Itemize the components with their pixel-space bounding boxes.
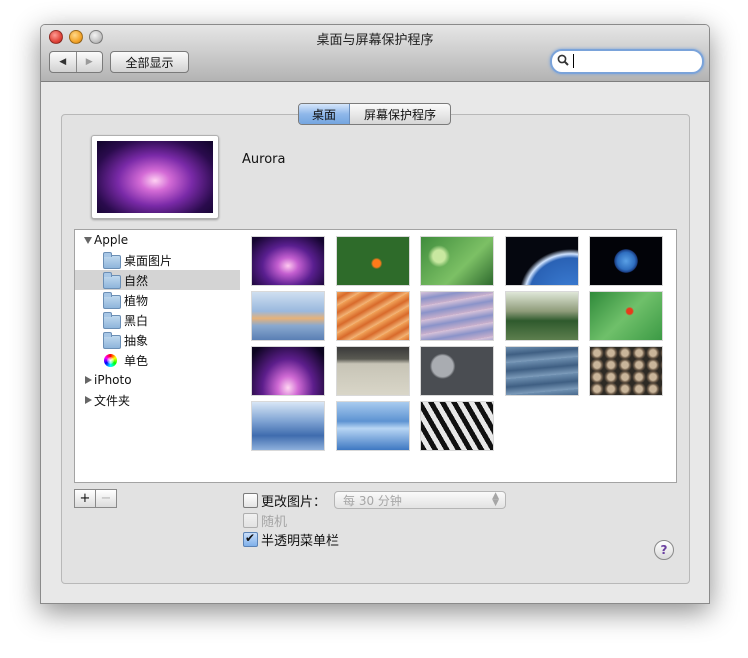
sidebar-item-black-white[interactable]: 黑白 bbox=[75, 310, 241, 330]
folder-icon bbox=[103, 312, 121, 329]
tab-desktop[interactable]: 桌面 bbox=[299, 104, 350, 124]
interval-value: 每 30 分钟 bbox=[343, 493, 402, 508]
interval-popup[interactable]: 每 30 分钟 ▲ ▼ bbox=[334, 491, 506, 509]
sidebar-item-label: 自然 bbox=[124, 273, 149, 288]
search-field[interactable] bbox=[550, 49, 704, 74]
sidebar-item-label: iPhoto bbox=[94, 373, 132, 387]
sidebar-item-nature[interactable]: 自然 bbox=[75, 270, 241, 290]
disclosure-closed-icon[interactable] bbox=[85, 396, 92, 404]
thumbnail-blue-waves[interactable] bbox=[506, 347, 578, 395]
source-list-buttons: + − bbox=[74, 489, 117, 508]
thumbnail-aurora-alt[interactable] bbox=[252, 347, 324, 395]
thumbnail-ripple-water[interactable] bbox=[421, 292, 493, 340]
thumbnail-pagoda-garden[interactable] bbox=[506, 292, 578, 340]
wallpaper-name: Aurora bbox=[242, 152, 286, 167]
thumbnail-dew-leaf[interactable] bbox=[421, 237, 493, 285]
sidebar-item-solid-colors[interactable]: 单色 bbox=[75, 350, 241, 370]
show-all-button[interactable]: 全部显示 bbox=[110, 51, 189, 73]
tab-bar: 桌面 屏幕保护程序 bbox=[298, 103, 451, 125]
remove-source-button[interactable]: − bbox=[95, 490, 116, 507]
sidebar-item-apple[interactable]: Apple bbox=[75, 230, 241, 250]
sidebar-item-label: 文件夹 bbox=[94, 393, 131, 408]
search-icon bbox=[557, 54, 569, 66]
folder-icon bbox=[103, 252, 121, 269]
window-title: 桌面与屏幕保护程序 bbox=[316, 33, 434, 48]
sidebar-item-label: 桌面图片 bbox=[124, 253, 173, 268]
wallpaper-preview-image bbox=[97, 141, 213, 213]
thumbnail-grey-stones[interactable] bbox=[421, 347, 493, 395]
translucent-menubar-checkbox[interactable] bbox=[243, 531, 258, 547]
text-caret bbox=[573, 54, 574, 68]
translucent-menubar-label: 半透明菜单栏 bbox=[261, 534, 340, 549]
change-picture-checkbox[interactable] bbox=[243, 493, 258, 508]
thumbnail-sunset-water[interactable] bbox=[252, 292, 324, 340]
thumbnail-blue-water[interactable] bbox=[337, 402, 409, 450]
folder-icon bbox=[103, 272, 121, 289]
sidebar-item-folders[interactable]: 文件夹 bbox=[75, 390, 241, 410]
back-forward-control: ◀ ▶ bbox=[49, 51, 103, 73]
disclosure-closed-icon[interactable] bbox=[85, 376, 92, 384]
folder-icon bbox=[103, 332, 121, 349]
help-button[interactable]: ? bbox=[654, 540, 674, 560]
sidebar-item-label: 黑白 bbox=[124, 313, 149, 328]
change-picture-label: 更改图片： bbox=[261, 495, 327, 510]
add-source-button[interactable]: + bbox=[75, 490, 95, 507]
thumbnail-pebbles[interactable] bbox=[590, 347, 662, 395]
preferences-window: 桌面与屏幕保护程序 ◀ ▶ 全部显示 桌面 屏幕保护程序 Aurora Appl… bbox=[40, 24, 710, 604]
thumbnail-blue-reflection[interactable] bbox=[252, 402, 324, 450]
tab-screensaver[interactable]: 屏幕保护程序 bbox=[350, 104, 450, 124]
sidebar-item-label: 抽象 bbox=[124, 333, 149, 348]
random-checkbox[interactable] bbox=[243, 513, 258, 528]
current-wallpaper-preview bbox=[91, 135, 219, 219]
thumbnail-earth-horizon[interactable] bbox=[506, 237, 578, 285]
sidebar-item-iphoto[interactable]: iPhoto bbox=[75, 370, 241, 390]
forward-button[interactable]: ▶ bbox=[75, 52, 103, 72]
thumbnail-zebra[interactable] bbox=[421, 402, 493, 450]
sidebar-item-desktop-pictures[interactable]: 桌面图片 bbox=[75, 250, 241, 270]
random-label: 随机 bbox=[261, 515, 288, 530]
thumbnail-zen-garden[interactable] bbox=[337, 347, 409, 395]
thumbnail-earth-globe[interactable] bbox=[590, 237, 662, 285]
sidebar-item-label: 单色 bbox=[124, 353, 149, 368]
thumbnail-clownfish[interactable] bbox=[337, 237, 409, 285]
sidebar-item-label: Apple bbox=[94, 233, 129, 247]
sidebar-item-label: 植物 bbox=[124, 293, 149, 308]
back-button[interactable]: ◀ bbox=[50, 52, 76, 72]
folder-icon bbox=[103, 292, 121, 309]
thumbnail-sandstone-waves[interactable] bbox=[337, 292, 409, 340]
thumbnail-ladybug-leaf[interactable] bbox=[590, 292, 662, 340]
popup-arrows-icon: ▲ ▼ bbox=[492, 491, 499, 508]
thumbnail-aurora[interactable] bbox=[252, 237, 324, 285]
wallpaper-grid bbox=[240, 229, 677, 483]
sidebar-item-abstract[interactable]: 抽象 bbox=[75, 330, 241, 350]
sidebar-item-plants[interactable]: 植物 bbox=[75, 290, 241, 310]
color-wheel-icon bbox=[104, 354, 117, 367]
disclosure-open-icon[interactable] bbox=[84, 237, 92, 244]
source-list: Apple 桌面图片 自然 植物 黑白 抽象 单色 iPhoto 文件夹 bbox=[74, 229, 242, 483]
title-bar: 桌面与屏幕保护程序 ◀ ▶ 全部显示 bbox=[41, 25, 709, 82]
